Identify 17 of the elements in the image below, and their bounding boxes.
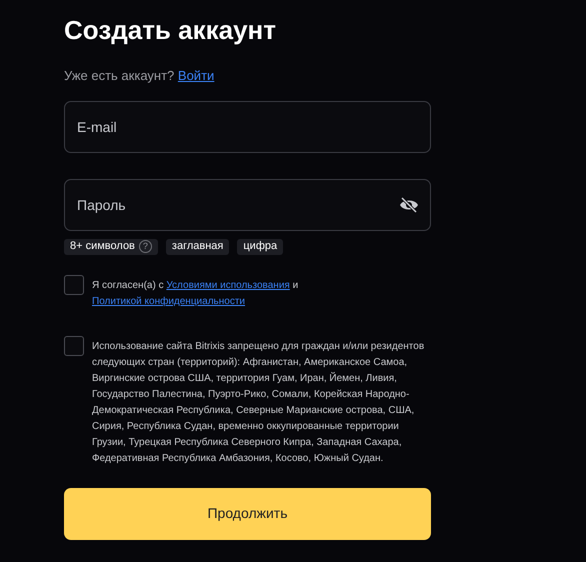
- checkbox[interactable]: [64, 336, 84, 356]
- requirement-tag: цифра: [237, 238, 284, 254]
- checkbox[interactable]: [64, 274, 84, 294]
- continue-button[interactable]: Продолжить: [64, 488, 431, 540]
- requirement-tag: заглавная: [166, 238, 230, 254]
- login-link[interactable]: Войти: [178, 68, 214, 83]
- eye-slash-icon[interactable]: [399, 196, 419, 212]
- policy-link[interactable]: Условиями использования: [166, 280, 290, 290]
- password-field[interactable]: Пароль: [64, 178, 431, 230]
- agreement-text: Использование сайта Bitrixis запрещено для граждан и/или резидентов следующих стран (территорий): Афганистан, Американское Самоа, Виргинские острова США, территория Гуам, Иран, Йемен, Ливия, Государство Палестина, Пуэрто-Рико, Сомали, Корейская Народно-Демократическая Республика, Северные Марианские острова, США, Сирия, Республика Судан, временно оккупированные территории Грузии, Турецкая Республика Северного Кипра, Западная Сахара, Федеративная Республика Амбазония, Косово, Южный Судан.: [92, 340, 426, 466]
- help-icon[interactable]: ?: [138, 240, 152, 253]
- requirement-label: 8+ символов: [70, 239, 135, 254]
- agreement-text: Я согласен(а) с Условиями использования и Политикой конфиденциальности: [92, 278, 300, 308]
- email-field[interactable]: E-mail: [64, 100, 431, 152]
- policy-link[interactable]: Политикой конфиденциальности: [92, 296, 246, 306]
- login-prompt: Уже есть аккаунт?: [64, 68, 174, 83]
- page-title: Создать аккаунт: [64, 14, 277, 46]
